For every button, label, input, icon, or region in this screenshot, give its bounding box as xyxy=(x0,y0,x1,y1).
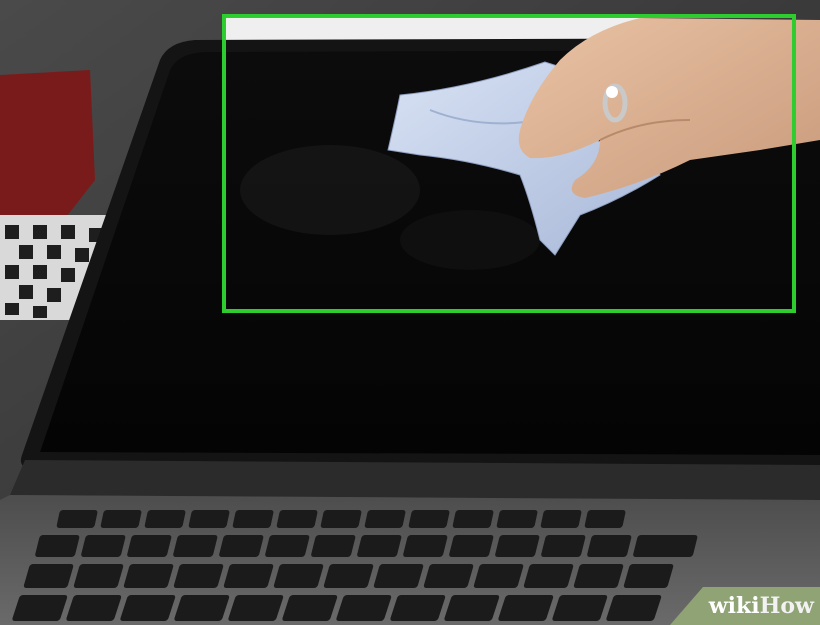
screen-smudge xyxy=(240,145,420,235)
laptop-hinge xyxy=(10,460,820,500)
screen-smudge xyxy=(400,210,540,270)
watermark-wiki: wiki xyxy=(708,593,760,619)
watermark-how: How xyxy=(759,593,814,619)
photo-scene xyxy=(0,0,820,625)
keyboard xyxy=(12,510,698,621)
